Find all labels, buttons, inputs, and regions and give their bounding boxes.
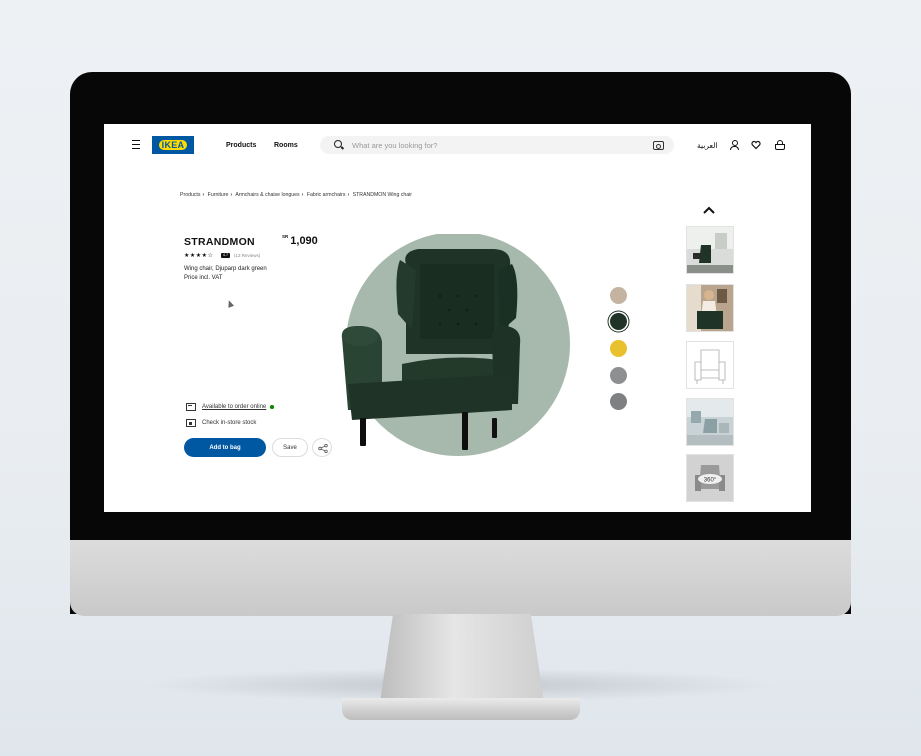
site-header: IKEA Products Rooms العربية [104,124,811,168]
online-availability: Available to order online [186,403,274,411]
price-value: 1,090 [290,235,318,247]
nav-rooms[interactable]: Rooms [274,142,298,149]
breadcrumb: Products › Furniture › Armchairs & chaise … [180,192,413,198]
add-to-bag-button[interactable]: Add to bag [184,438,266,457]
swatch-dark-green[interactable] [610,313,627,330]
menu-icon[interactable] [132,140,140,149]
online-availability-text[interactable]: Available to order online [202,404,266,410]
monitor-stand-neck [380,614,544,702]
store-icon [186,419,196,427]
review-count[interactable]: (13 Reviews) [234,253,260,258]
product-price: SR 1,090 [282,234,318,247]
swatch-grey[interactable] [610,367,627,384]
thumbnail-room[interactable] [686,226,734,274]
share-button[interactable] [312,438,332,457]
camera-icon[interactable] [653,141,664,150]
thumbnail-showroom[interactable] [686,398,734,446]
swatch-yellow[interactable] [610,340,627,357]
nav-products[interactable]: Products [226,142,256,149]
thumbnail-lifestyle[interactable] [686,284,734,332]
breadcrumb-item[interactable]: Products [180,192,200,198]
language-switch[interactable]: العربية [697,141,718,150]
swatch-beige[interactable] [610,287,627,304]
product-page: IKEA Products Rooms العربية Products› Fu… [104,124,811,512]
mouse-cursor [225,299,235,308]
ikea-logo[interactable]: IKEA [152,136,194,154]
delivery-box-icon [186,403,196,411]
search-icon[interactable] [334,140,342,148]
search-bar[interactable] [320,136,674,154]
label-360: 360° [704,478,717,484]
availability-dot-icon [270,405,274,409]
rating-value: 4.7 [221,252,230,258]
store-availability-text[interactable]: Check in-store stock [202,420,256,426]
breadcrumb-item[interactable]: Furniture [208,192,229,198]
thumbnail-360-view[interactable]: 360° [686,454,734,502]
basket-icon[interactable] [775,140,785,150]
store-availability: Check in-store stock [186,419,256,427]
heart-icon[interactable] [751,140,761,150]
rating-stars[interactable]: ★★★★☆ [184,252,213,259]
product-name: STRANDMON [184,236,255,248]
swatch-dark-grey[interactable] [610,393,627,410]
price-note: Price incl. VAT [184,275,223,281]
save-button[interactable]: Save [272,438,308,457]
share-icon [318,444,328,453]
logo-text: IKEA [158,140,188,150]
monitor-chin [70,540,851,616]
breadcrumb-item[interactable]: Armchairs & chaise longues [235,192,299,198]
price-currency: SR [282,234,289,239]
product-image[interactable] [336,232,572,474]
user-icon[interactable] [729,140,739,150]
chevron-up-icon[interactable] [702,202,716,214]
breadcrumb-item-current: STRANDMON Wing chair [352,192,413,198]
product-description: Wing chair, Djuparp dark green [184,266,267,272]
monitor-stand-foot [342,698,580,720]
breadcrumb-item[interactable]: Fabric armchairs [307,192,346,198]
search-input[interactable] [352,139,632,151]
thumbnail-sketch[interactable] [686,341,734,389]
product-description-block: Wing chair, Djuparp dark green Price inc… [184,265,267,283]
